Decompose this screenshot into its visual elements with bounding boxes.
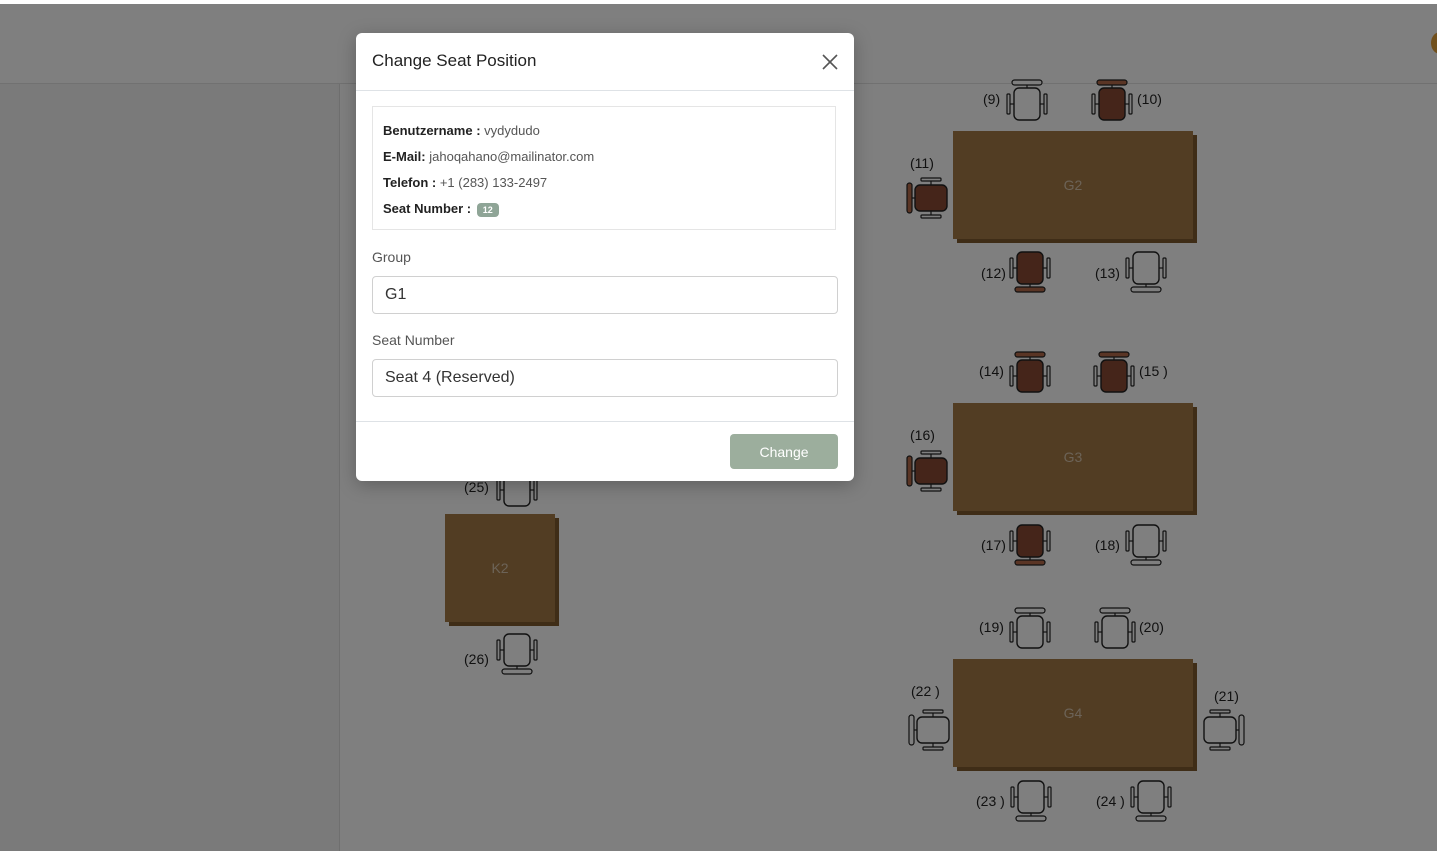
modal-title: Change Seat Position xyxy=(372,51,537,70)
seat-number-label: Seat Number : xyxy=(383,201,472,216)
email-value: jahoqahano@mailinator.com xyxy=(429,149,595,164)
close-icon[interactable] xyxy=(820,52,840,72)
phone-label: Telefon : xyxy=(383,175,437,190)
email-label: E-Mail: xyxy=(383,149,426,164)
phone-row: Telefon : +1 (283) 133-2497 xyxy=(383,175,547,190)
modal-header: Change Seat Position xyxy=(356,33,854,91)
email-row: E-Mail: jahoqahano@mailinator.com xyxy=(383,149,594,164)
username-value: vydydudo xyxy=(484,123,540,138)
user-info-box: Benutzername : vydydudo E-Mail: jahoqaha… xyxy=(372,106,836,230)
group-label: Group xyxy=(372,249,411,265)
phone-value: +1 (283) 133-2497 xyxy=(439,175,548,190)
seat-number-row: Seat Number : 12 xyxy=(383,201,499,217)
group-select[interactable]: G1 xyxy=(372,276,838,314)
seat-number-badge: 12 xyxy=(476,202,499,217)
modal-footer: Change xyxy=(356,421,854,482)
username-row: Benutzername : vydydudo xyxy=(383,123,540,138)
seat-number-select[interactable]: Seat 4 (Reserved) xyxy=(372,359,838,397)
username-label: Benutzername : xyxy=(383,123,481,138)
change-button[interactable]: Change xyxy=(730,434,838,469)
seat-number-field-label: Seat Number xyxy=(372,332,455,348)
change-seat-modal: Change Seat Position Benutzername : vydy… xyxy=(356,33,854,481)
